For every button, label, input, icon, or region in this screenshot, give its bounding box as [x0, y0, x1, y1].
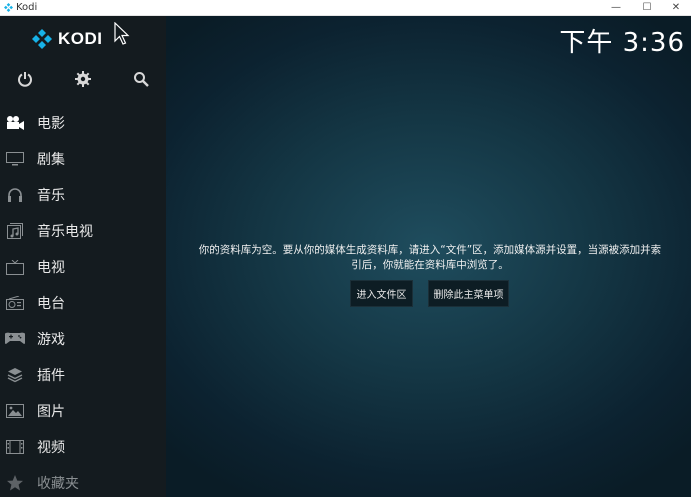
logo-text: KODI: [58, 29, 103, 48]
kodi-logo: KODI: [32, 28, 103, 50]
movie-camera-icon: [5, 113, 25, 133]
menu-item-label: 电视: [37, 260, 65, 276]
menu-item-label: 音乐: [37, 188, 65, 204]
menu-item-music-videos[interactable]: 音乐电视: [0, 214, 166, 248]
headphones-icon: [5, 185, 25, 205]
sidebar: KODI 电影 剧集 音乐 音乐电视 电视 电台 游戏 插件 图片 视频 收藏夹: [0, 16, 166, 497]
menu-item-favourites[interactable]: 收藏夹: [0, 466, 166, 497]
settings-button[interactable]: [72, 68, 94, 90]
mouse-cursor-icon: [114, 22, 130, 45]
settings-icon: [75, 71, 91, 87]
message-line-1: 你的资料库为空。要从你的媒体生成资料库，请进入“文件”区，添加媒体源并设置，当源…: [198, 244, 662, 256]
menu-item-label: 图片: [37, 404, 65, 420]
menu-item-label: 插件: [37, 368, 65, 384]
kodi-app-icon: [4, 3, 13, 12]
tv-icon: [5, 257, 25, 277]
close-icon: ✕: [671, 2, 681, 13]
window-title: Kodi: [16, 2, 38, 13]
minimize-button[interactable]: —: [601, 0, 631, 15]
kodi-logo-icon: [32, 29, 52, 49]
title-bar: Kodi — ☐ ✕: [0, 0, 691, 16]
enter-files-button[interactable]: 进入文件区: [350, 280, 413, 307]
menu-item-label: 剧集: [37, 152, 65, 168]
search-button[interactable]: [130, 68, 152, 90]
menu-item-addons[interactable]: 插件: [0, 358, 166, 392]
search-icon: [134, 72, 149, 87]
star-icon: [5, 473, 25, 493]
power-button[interactable]: [14, 68, 36, 90]
videos-icon: [5, 437, 25, 457]
remove-menu-item-button[interactable]: 删除此主菜单项: [428, 280, 509, 307]
menu-item-label: 收藏夹: [37, 476, 79, 492]
menu-item-label: 电台: [37, 296, 65, 312]
menu-item-videos[interactable]: 视频: [0, 430, 166, 464]
main-content: 下午 3:36 你的资料库为空。要从你的媒体生成资料库，请进入“文件”区，添加媒…: [166, 16, 691, 497]
menu-item-movies[interactable]: 电影: [0, 106, 166, 140]
maximize-button[interactable]: ☐: [632, 0, 662, 15]
tv-show-icon: [5, 149, 25, 169]
power-icon: [18, 72, 32, 87]
menu-item-music[interactable]: 音乐: [0, 178, 166, 212]
menu-item-tv[interactable]: 电视: [0, 250, 166, 284]
pictures-icon: [5, 401, 25, 421]
empty-library-message: 你的资料库为空。要从你的媒体生成资料库，请进入“文件”区，添加媒体源并设置，当源…: [180, 243, 680, 273]
menu-item-radio[interactable]: 电台: [0, 286, 166, 320]
close-button[interactable]: ✕: [661, 0, 691, 15]
kodi-window: Kodi — ☐ ✕ KODI 电影 剧集 音乐 音乐电视 电视 电台 游戏 插…: [0, 0, 691, 497]
music-video-icon: [5, 221, 25, 241]
menu-item-tv-shows[interactable]: 剧集: [0, 142, 166, 176]
menu-item-games[interactable]: 游戏: [0, 322, 166, 356]
gamepad-icon: [5, 329, 25, 349]
menu-item-label: 音乐电视: [37, 224, 93, 240]
menu-item-label: 电影: [37, 116, 65, 132]
minimize-icon: —: [611, 2, 621, 13]
message-line-2: 引后，你就能在资料库中浏览了。: [351, 259, 509, 271]
addons-icon: [5, 365, 25, 385]
maximize-icon: ☐: [642, 2, 652, 13]
menu-item-label: 游戏: [37, 332, 65, 348]
radio-icon: [5, 293, 25, 313]
menu-item-label: 视频: [37, 440, 65, 456]
clock: 下午 3:36: [559, 28, 685, 58]
menu-item-pictures[interactable]: 图片: [0, 394, 166, 428]
